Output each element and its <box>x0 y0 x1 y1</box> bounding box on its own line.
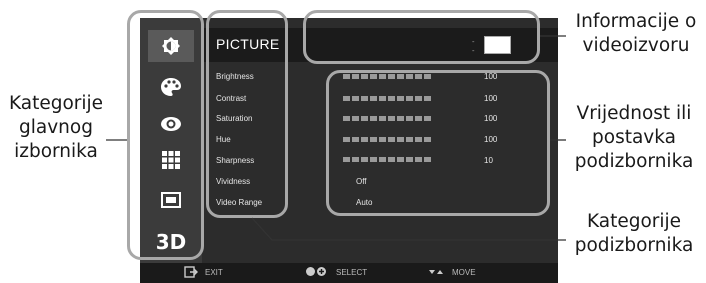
annotation-submenu-value: Vrijednost ili postavka podizbornika <box>574 103 694 172</box>
annotation-main-categories: Kategorije glavnog izbornika <box>8 93 104 162</box>
annotation-source-info: Informacije o videoizvoru <box>575 11 697 56</box>
annotation-submenu-categories: Kategorije podizbornika <box>574 211 694 256</box>
diagram: PICTURE -- 3D Brightness Contrast Satura… <box>0 0 706 283</box>
